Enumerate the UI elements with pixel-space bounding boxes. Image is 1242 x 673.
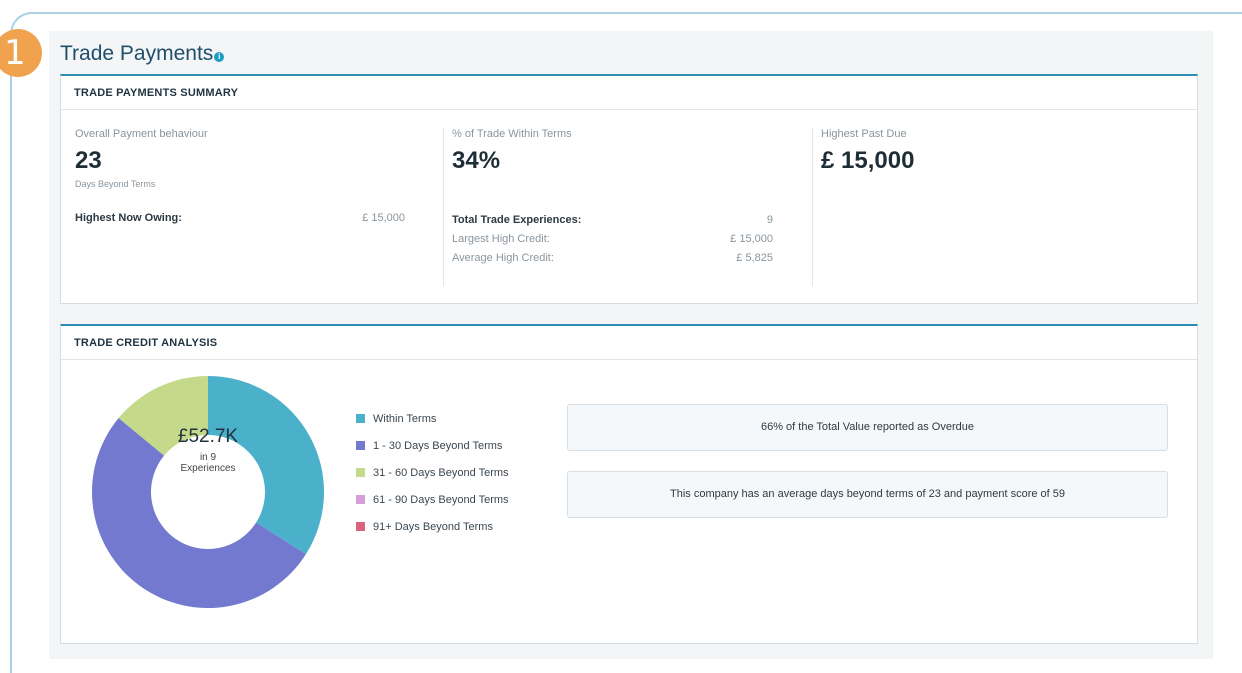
- average-high-credit-label: Average High Credit:: [452, 252, 554, 264]
- trade-credit-analysis-card: TRADE CREDIT ANALYSIS £52.7K in 9 Experi…: [60, 324, 1198, 644]
- donut-chart: [92, 376, 324, 608]
- legend-item[interactable]: Within Terms: [356, 405, 509, 432]
- legend-swatch: [356, 414, 365, 423]
- past-due-value: £ 15,000: [821, 147, 915, 174]
- legend-label: 31 - 60 Days Beyond Terms: [373, 466, 509, 479]
- legend-item[interactable]: 61 - 90 Days Beyond Terms: [356, 486, 509, 513]
- average-high-credit-value: £ 5,825: [736, 252, 773, 264]
- overall-value: 23: [75, 147, 102, 174]
- legend-item[interactable]: 31 - 60 Days Beyond Terms: [356, 459, 509, 486]
- overdue-info-box: 66% of the Total Value reported as Overd…: [567, 404, 1168, 451]
- trade-payments-summary-card: TRADE PAYMENTS SUMMARY Overall Payment b…: [60, 74, 1198, 304]
- analysis-header: TRADE CREDIT ANALYSIS: [61, 326, 1197, 360]
- largest-high-credit-label: Largest High Credit:: [452, 233, 550, 245]
- legend-swatch: [356, 468, 365, 477]
- summary-header: TRADE PAYMENTS SUMMARY: [61, 76, 1197, 110]
- legend-swatch: [356, 522, 365, 531]
- donut-sub-count: in 9: [199, 452, 217, 463]
- legend-swatch: [356, 441, 365, 450]
- past-due-label: Highest Past Due: [821, 128, 907, 140]
- overall-sub: Days Beyond Terms: [75, 179, 156, 189]
- trade-payments-section: Trade Payments i TRADE PAYMENTS SUMMARY …: [49, 31, 1213, 659]
- highest-now-owing-label: Highest Now Owing:: [75, 212, 182, 224]
- total-experiences-value: 9: [766, 214, 773, 226]
- chart-legend: Within Terms 1 - 30 Days Beyond Terms 31 -…: [356, 405, 509, 540]
- total-experiences-row: Total Trade Experiences: 9: [452, 211, 773, 230]
- legend-item[interactable]: 91+ Days Beyond Terms: [356, 513, 509, 540]
- average-days-info-box: This company has an average days beyond …: [567, 471, 1168, 518]
- donut-sub-label: Experiences: [180, 463, 236, 474]
- overall-payment-column: Overall Payment behaviour 23 Days Beyond…: [75, 128, 405, 286]
- donut-center: £52.7K in 9 Experiences: [149, 426, 267, 474]
- legend-label: 91+ Days Beyond Terms: [373, 520, 493, 533]
- total-experiences-label: Total Trade Experiences:: [452, 214, 582, 226]
- past-due-column: Highest Past Due £ 15,000: [812, 128, 1182, 286]
- overall-label: Overall Payment behaviour: [75, 128, 208, 140]
- highest-now-owing-value: £ 15,000: [362, 212, 405, 224]
- largest-high-credit-value: £ 15,000: [730, 233, 773, 245]
- legend-label: Within Terms: [373, 412, 437, 425]
- section-title-text: Trade Payments: [60, 42, 214, 65]
- legend-item[interactable]: 1 - 30 Days Beyond Terms: [356, 432, 509, 459]
- within-terms-value: 34%: [452, 147, 501, 174]
- average-high-credit-row: Average High Credit: £ 5,825: [452, 249, 773, 268]
- highest-now-owing-row: Highest Now Owing: £ 15,000: [75, 209, 405, 228]
- info-icon[interactable]: i: [214, 52, 225, 62]
- largest-high-credit-row: Largest High Credit: £ 15,000: [452, 230, 773, 249]
- legend-swatch: [356, 495, 365, 504]
- within-terms-column: % of Trade Within Terms 34% Total Trade …: [443, 128, 773, 286]
- donut-total: £52.7K: [177, 426, 239, 447]
- legend-label: 61 - 90 Days Beyond Terms: [373, 493, 509, 506]
- within-terms-label: % of Trade Within Terms: [452, 128, 572, 140]
- legend-label: 1 - 30 Days Beyond Terms: [373, 439, 503, 452]
- section-title: Trade Payments i: [60, 42, 225, 66]
